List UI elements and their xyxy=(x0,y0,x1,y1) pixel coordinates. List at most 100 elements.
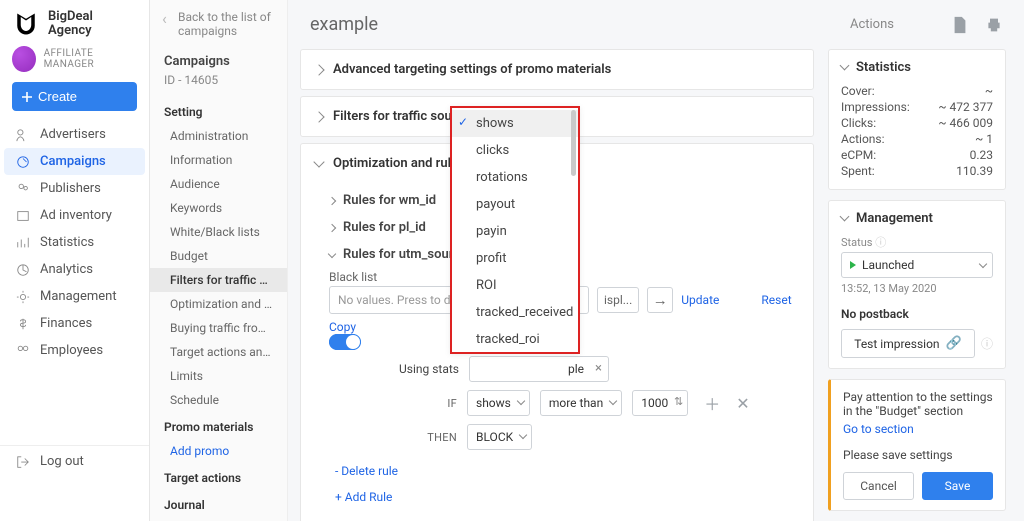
test-impression-button[interactable]: Test impression🔗 xyxy=(841,329,975,358)
metric-option[interactable]: shows xyxy=(452,110,578,137)
page-header: example Actions xyxy=(288,0,1024,49)
chevron-right-icon xyxy=(328,223,336,231)
statistics-card: Statistics Cover:~Impressions:~ 472 377C… xyxy=(828,49,1006,190)
chevron-right-icon xyxy=(313,64,324,75)
sub-item[interactable]: White/Black lists xyxy=(150,220,287,244)
add-condition-icon[interactable]: ＋ xyxy=(704,391,720,415)
actions-menu[interactable]: Actions xyxy=(850,17,894,32)
sub-item[interactable]: Target actions and re... xyxy=(150,340,287,364)
reset-link[interactable]: Reset xyxy=(761,293,791,307)
stat-row: Impressions:~ 472 377 xyxy=(841,99,993,115)
info-icon: ⓘ xyxy=(981,335,993,352)
chevron-down-icon xyxy=(519,431,527,439)
sub-item[interactable]: Limits xyxy=(150,364,287,388)
arrow-right-button[interactable]: → xyxy=(647,287,673,313)
chevron-down-icon xyxy=(609,397,617,405)
stat-row: Clicks:~ 466 009 xyxy=(841,115,993,131)
file-icon[interactable] xyxy=(952,16,968,34)
primary-sidebar: BigDealAgency AFFILIATE MANAGER Create A… xyxy=(0,0,150,521)
remove-condition-icon[interactable]: ✕ xyxy=(736,394,749,413)
nav-item-analytics[interactable]: Analytics xyxy=(4,256,145,283)
page-title: example xyxy=(310,14,378,35)
if-metric-select[interactable]: shows xyxy=(467,390,530,416)
sub-item[interactable]: Optimization and rules xyxy=(150,292,287,316)
play-icon xyxy=(850,261,856,269)
nav-item-employees[interactable]: Employees xyxy=(4,337,145,364)
sub-item[interactable]: Budget xyxy=(150,244,287,268)
sub-item[interactable]: Administration xyxy=(150,124,287,148)
nav-item-campaigns[interactable]: Campaigns xyxy=(4,148,145,175)
statistics-title: Statistics xyxy=(841,60,993,75)
metric-option[interactable]: tracked_received xyxy=(452,299,578,326)
add-rule-link[interactable]: + Add Rule xyxy=(335,490,392,504)
metric-dropdown-menu: showsclicksrotationspayoutpayinprofitROI… xyxy=(450,106,580,354)
nav-item-finances[interactable]: Finances xyxy=(4,310,145,337)
nav-item-ad-inventory[interactable]: Ad inventory xyxy=(4,202,145,229)
section-advanced-targeting: Advanced targeting settings of promo mat… xyxy=(300,49,814,90)
affiliate-manager-row: AFFILIATE MANAGER xyxy=(0,44,149,82)
status-select[interactable]: Launched xyxy=(841,252,993,278)
warning-card: Pay attention to the settings in the "Bu… xyxy=(828,379,1006,511)
copy-toggle[interactable] xyxy=(329,334,361,350)
section-advanced-targeting-header[interactable]: Advanced targeting settings of promo mat… xyxy=(301,50,813,89)
nav-item-publishers[interactable]: Publishers xyxy=(4,175,145,202)
link-icon: 🔗 xyxy=(946,336,962,351)
sub-item[interactable]: Buying traffic from S... xyxy=(150,316,287,340)
sub-item[interactable]: Journal xyxy=(150,490,287,517)
metric-option[interactable]: profit xyxy=(452,245,578,272)
sub-item[interactable]: Schedule xyxy=(150,388,287,412)
status-timestamp: 13:52, 13 May 2020 xyxy=(841,282,993,295)
management-title: Management xyxy=(841,211,993,226)
sub-item[interactable]: Audience xyxy=(150,172,287,196)
metric-option[interactable]: tracked_roi xyxy=(452,326,578,352)
sub-item[interactable]: Setting xyxy=(150,97,287,124)
save-button[interactable]: Save xyxy=(922,472,993,500)
sub-item[interactable]: Filters for traffic sour... xyxy=(150,268,287,292)
secondary-sidebar: Back to the list of campaigns Campaigns … xyxy=(150,0,288,521)
metric-option[interactable]: rotations xyxy=(452,164,578,191)
display-button[interactable]: ispl... xyxy=(597,287,639,313)
chevron-down-icon xyxy=(979,260,987,268)
logout-button[interactable]: Log out xyxy=(0,445,149,477)
chevron-right-icon xyxy=(313,111,324,122)
metric-option[interactable]: clicks xyxy=(452,137,578,164)
print-icon[interactable] xyxy=(986,16,1002,34)
delete-rule-link[interactable]: - Delete rule xyxy=(335,464,398,478)
metric-option[interactable]: payin xyxy=(452,218,578,245)
management-card: Management Status ⓘ Launched 13:52, 13 M… xyxy=(828,200,1006,369)
nav-item-advertisers[interactable]: Advertisers xyxy=(4,121,145,148)
chip-remove-icon[interactable]: × xyxy=(595,361,602,376)
sub-item[interactable]: Promo materials xyxy=(150,412,287,439)
back-to-list-link[interactable]: Back to the list of campaigns xyxy=(150,8,287,40)
nav-item-statistics[interactable]: Statistics xyxy=(4,229,145,256)
sub-item[interactable]: Keywords xyxy=(150,196,287,220)
create-button[interactable]: Create xyxy=(12,82,137,111)
metric-option[interactable]: payout xyxy=(452,191,578,218)
sub-item[interactable]: Add promo xyxy=(150,439,287,463)
go-to-section-link[interactable]: Go to section xyxy=(843,422,914,436)
sub-item[interactable]: Information xyxy=(150,148,287,172)
stepper-icon[interactable]: ⇅ xyxy=(674,395,683,408)
stat-row: Actions:~ 1 xyxy=(841,131,993,147)
stat-row: eCPM:0.23 xyxy=(841,147,993,163)
then-label: THEN xyxy=(419,431,457,444)
campaign-id: ID - 14605 xyxy=(150,73,287,97)
if-value-input[interactable]: 1000⇅ xyxy=(632,390,688,416)
update-link[interactable]: Update xyxy=(681,293,719,307)
stats-chip[interactable]: padple× xyxy=(469,356,609,382)
nav-item-management[interactable]: Management xyxy=(4,283,145,310)
brand-logo: BigDealAgency xyxy=(0,0,149,44)
avatar xyxy=(12,46,36,72)
using-stats-label: Using stats xyxy=(399,362,459,376)
if-operator-select[interactable]: more than xyxy=(540,390,622,416)
if-label: IF xyxy=(419,397,457,410)
logo-icon xyxy=(12,10,40,38)
sub-item[interactable]: Target actions xyxy=(150,463,287,490)
metric-option[interactable]: ROI xyxy=(452,272,578,299)
chevron-right-icon xyxy=(328,196,336,204)
cancel-button[interactable]: Cancel xyxy=(843,472,914,500)
warning-text: Pay attention to the settings in the "Bu… xyxy=(843,390,993,418)
then-action-select[interactable]: BLOCK xyxy=(467,424,532,450)
right-column: Statistics Cover:~Impressions:~ 472 377C… xyxy=(828,49,1006,521)
save-prompt: Please save settings xyxy=(843,448,993,462)
